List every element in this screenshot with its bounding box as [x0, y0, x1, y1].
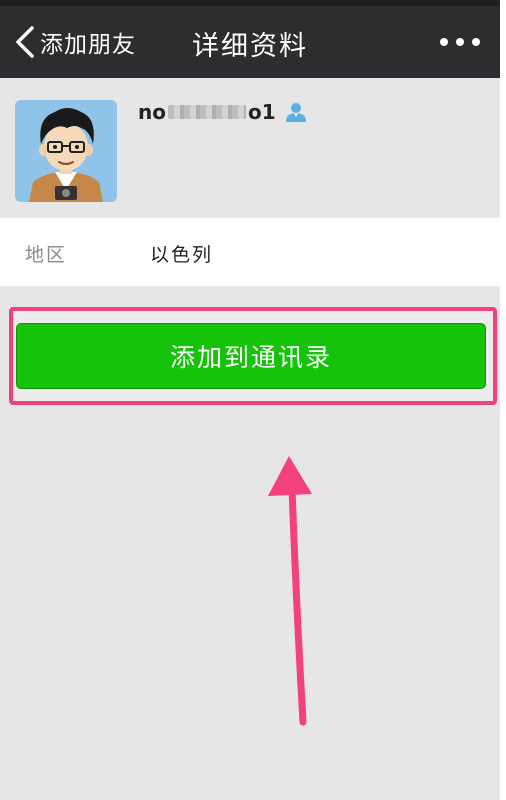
- nickname-prefix: no: [138, 100, 166, 124]
- male-icon: [285, 103, 306, 122]
- cartoon-avatar-icon: [15, 100, 117, 202]
- region-value: 以色列: [150, 244, 214, 266]
- profile-detail-screen: 添加朋友 详细资料 no o1 地区 以色列 添加到通讯录: [0, 0, 500, 800]
- region-label: 地区: [25, 244, 68, 266]
- nickname-row: no o1: [138, 100, 308, 124]
- profile-card: no o1: [0, 78, 500, 218]
- status-bar: [0, 0, 500, 6]
- add-to-contacts-button[interactable]: 添加到通讯录: [16, 323, 486, 389]
- nav-bar: 添加朋友 详细资料: [0, 0, 500, 78]
- nickname-redaction: [167, 105, 246, 119]
- avatar[interactable]: [15, 100, 117, 202]
- region-row: 地区 以色列: [0, 218, 500, 286]
- page-title: 详细资料: [192, 31, 308, 62]
- right-margin: [500, 0, 506, 800]
- more-dots-icon[interactable]: [440, 30, 480, 54]
- nickname-suffix: o1: [247, 100, 276, 124]
